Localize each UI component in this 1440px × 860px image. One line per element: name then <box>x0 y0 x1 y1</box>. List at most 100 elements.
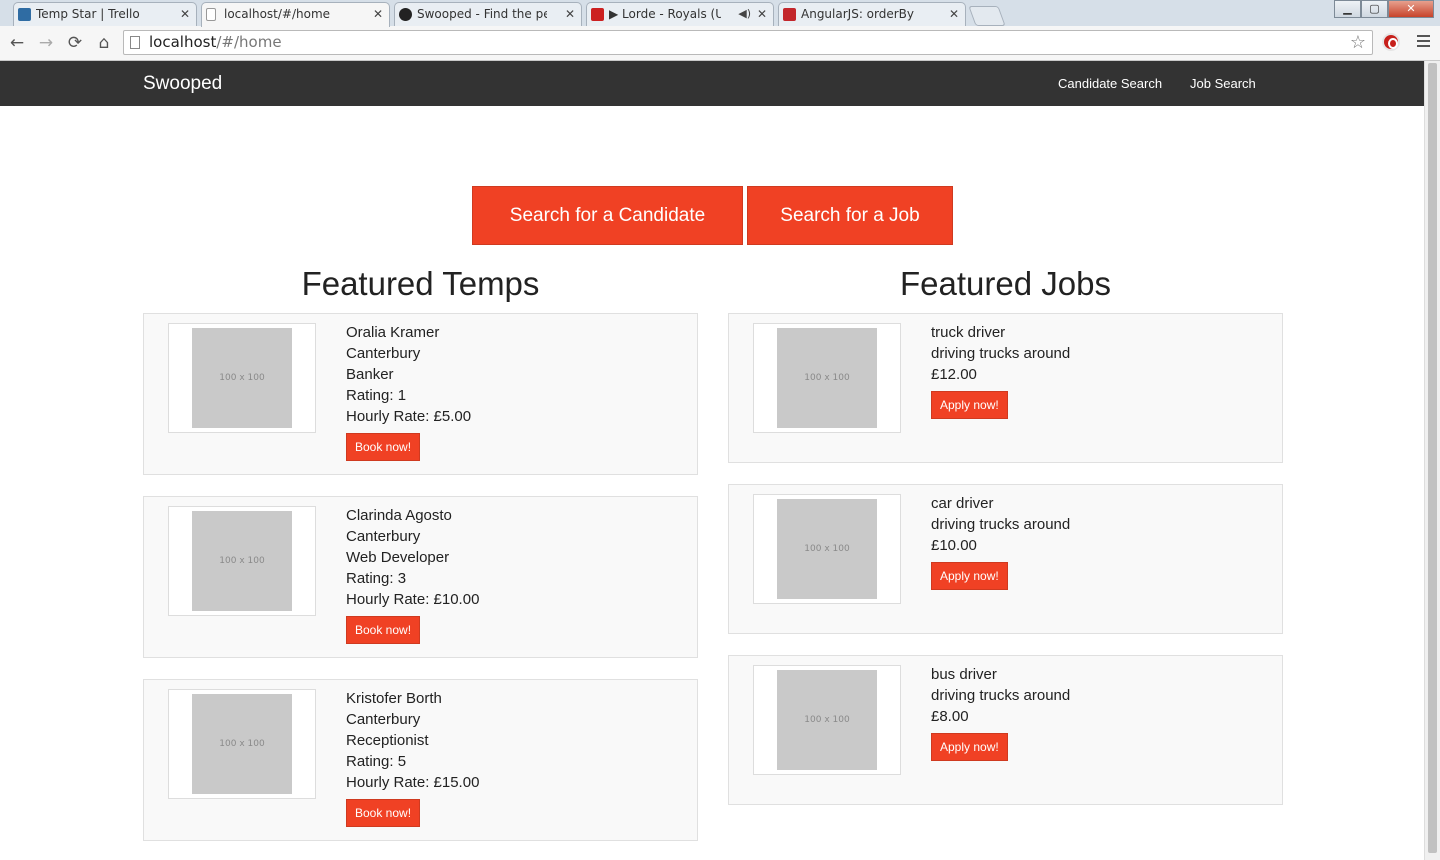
temp-photo-frame: 100 x 100 <box>168 689 316 799</box>
placeholder-image: 100 x 100 <box>777 670 877 770</box>
back-arrow-icon[interactable]: ← <box>6 32 28 54</box>
temp-hourly-rate: Hourly Rate: £10.00 <box>346 591 480 608</box>
temp-location: Canterbury <box>346 528 421 545</box>
temp-hourly-rate: Hourly Rate: £5.00 <box>346 408 472 425</box>
job-info: bus driver driving trucks around £8.00 A… <box>931 664 1070 761</box>
angular-icon <box>783 8 796 21</box>
url-text: localhost/#/home <box>149 31 282 54</box>
url-path: /#/home <box>216 33 282 51</box>
job-info: truck driver driving trucks around £12.0… <box>931 322 1070 419</box>
apply-now-button[interactable]: Apply now! <box>931 391 1008 419</box>
job-pay: £12.00 <box>931 366 977 383</box>
featured-jobs-title: Featured Jobs <box>900 265 1111 302</box>
maximize-button[interactable]: ▢ <box>1361 0 1388 18</box>
temp-card: 100 x 100 Clarinda Agosto Canterbury Web… <box>143 496 698 658</box>
temp-role: Web Developer <box>346 549 450 566</box>
job-title: bus driver <box>931 666 997 683</box>
temp-name: Kristofer Borth <box>346 690 442 707</box>
site-navbar: Swooped Candidate Search Job Search <box>0 61 1424 106</box>
temp-role: Receptionist <box>346 732 429 749</box>
new-tab-button[interactable] <box>968 6 1006 26</box>
temp-info: Oralia Kramer Canterbury Banker Rating: … <box>346 322 471 461</box>
tab-close-icon[interactable]: ✕ <box>565 3 575 25</box>
search-candidate-button[interactable]: Search for a Candidate <box>472 186 743 245</box>
job-description: driving trucks around <box>931 345 1071 362</box>
tab-localhost-home[interactable]: localhost/#/home ✕ <box>201 2 390 27</box>
temp-photo-frame: 100 x 100 <box>168 323 316 433</box>
temp-name: Clarinda Agosto <box>346 507 452 524</box>
browser-menu-icon[interactable] <box>1417 35 1430 47</box>
job-pay: £8.00 <box>931 708 969 725</box>
job-description: driving trucks around <box>931 687 1071 704</box>
tab-close-icon[interactable]: ✕ <box>180 3 190 25</box>
featured-temps-title: Featured Temps <box>301 265 540 302</box>
tab-title: AngularJS: orderBy <box>801 7 915 21</box>
placeholder-image: 100 x 100 <box>192 694 292 794</box>
search-job-button[interactable]: Search for a Job <box>747 186 953 245</box>
job-image-frame: 100 x 100 <box>753 323 901 433</box>
placeholder-image: 100 x 100 <box>192 511 292 611</box>
page-icon <box>130 36 140 49</box>
scrollbar-thumb[interactable] <box>1428 63 1437 853</box>
reload-icon[interactable]: ⟳ <box>64 32 86 54</box>
tab-title: ▶ Lorde - Royals (US V <box>609 7 721 21</box>
youtube-icon <box>591 8 604 21</box>
job-description: driving trucks around <box>931 516 1071 533</box>
apply-now-button[interactable]: Apply now! <box>931 562 1008 590</box>
temp-info: Kristofer Borth Canterbury Receptionist … <box>346 688 479 827</box>
tab-title: Temp Star | Trello <box>36 7 140 21</box>
temp-hourly-rate: Hourly Rate: £15.00 <box>346 774 480 791</box>
job-title: car driver <box>931 495 994 512</box>
temp-card: 100 x 100 Kristofer Borth Canterbury Rec… <box>143 679 698 841</box>
forward-arrow-icon[interactable]: → <box>35 32 57 54</box>
tab-swooped-github[interactable]: Swooped - Find the perfect ✕ <box>394 2 582 26</box>
temp-name: Oralia Kramer <box>346 324 440 341</box>
job-card: 100 x 100 bus driver driving trucks arou… <box>728 655 1283 805</box>
temp-photo-frame: 100 x 100 <box>168 506 316 616</box>
book-now-button[interactable]: Book now! <box>346 616 421 644</box>
tab-title: Swooped - Find the perfect <box>417 7 547 21</box>
temp-info: Clarinda Agosto Canterbury Web Developer… <box>346 505 479 644</box>
book-now-button[interactable]: Book now! <box>346 433 421 461</box>
trello-icon <box>18 8 31 21</box>
temp-card: 100 x 100 Oralia Kramer Canterbury Banke… <box>143 313 698 475</box>
browser-toolbar: ← → ⟳ ⌂ localhost/#/home ☆ <box>0 26 1440 61</box>
browser-tab-strip: Temp Star | Trello ✕ localhost/#/home ✕ … <box>0 0 1440 27</box>
nav-candidate-search[interactable]: Candidate Search <box>1058 61 1162 106</box>
audio-playing-icon: ◀) <box>738 7 751 20</box>
window-controls: ▁ ▢ ✕ <box>1334 0 1434 18</box>
page-icon <box>206 8 216 21</box>
temp-rating: Rating: 5 <box>346 753 407 770</box>
job-image-frame: 100 x 100 <box>753 494 901 604</box>
job-info: car driver driving trucks around £10.00 … <box>931 493 1070 590</box>
apply-now-button[interactable]: Apply now! <box>931 733 1008 761</box>
temp-rating: Rating: 3 <box>346 570 407 587</box>
nav-job-search[interactable]: Job Search <box>1190 61 1256 106</box>
tab-title: localhost/#/home <box>224 7 331 21</box>
tab-youtube-lorde[interactable]: ▶ Lorde - Royals (US V ◀) ✕ <box>586 2 774 26</box>
job-title: truck driver <box>931 324 1006 341</box>
tab-angularjs-orderby[interactable]: AngularJS: orderBy ✕ <box>778 2 966 26</box>
temp-location: Canterbury <box>346 345 421 362</box>
brand-logo[interactable]: Swooped <box>143 61 222 106</box>
job-image-frame: 100 x 100 <box>753 665 901 775</box>
home-icon[interactable]: ⌂ <box>93 32 115 54</box>
bookmark-star-icon[interactable]: ☆ <box>1350 32 1366 54</box>
placeholder-image: 100 x 100 <box>777 328 877 428</box>
tab-close-icon[interactable]: ✕ <box>757 3 767 25</box>
tab-trello[interactable]: Temp Star | Trello ✕ <box>13 2 197 26</box>
placeholder-image: 100 x 100 <box>777 499 877 599</box>
minimize-button[interactable]: ▁ <box>1334 0 1361 18</box>
close-window-button[interactable]: ✕ <box>1388 0 1434 18</box>
temp-rating: Rating: 1 <box>346 387 407 404</box>
job-card: 100 x 100 truck driver driving trucks ar… <box>728 313 1283 463</box>
address-bar[interactable]: localhost/#/home ☆ <box>123 30 1373 55</box>
job-pay: £10.00 <box>931 537 977 554</box>
placeholder-image: 100 x 100 <box>192 328 292 428</box>
temp-role: Banker <box>346 366 394 383</box>
page-scrollbar[interactable] <box>1424 61 1440 860</box>
book-now-button[interactable]: Book now! <box>346 799 421 827</box>
tab-close-icon[interactable]: ✕ <box>949 3 959 25</box>
extension-power-icon[interactable] <box>1382 33 1400 51</box>
tab-close-icon[interactable]: ✕ <box>373 3 383 25</box>
